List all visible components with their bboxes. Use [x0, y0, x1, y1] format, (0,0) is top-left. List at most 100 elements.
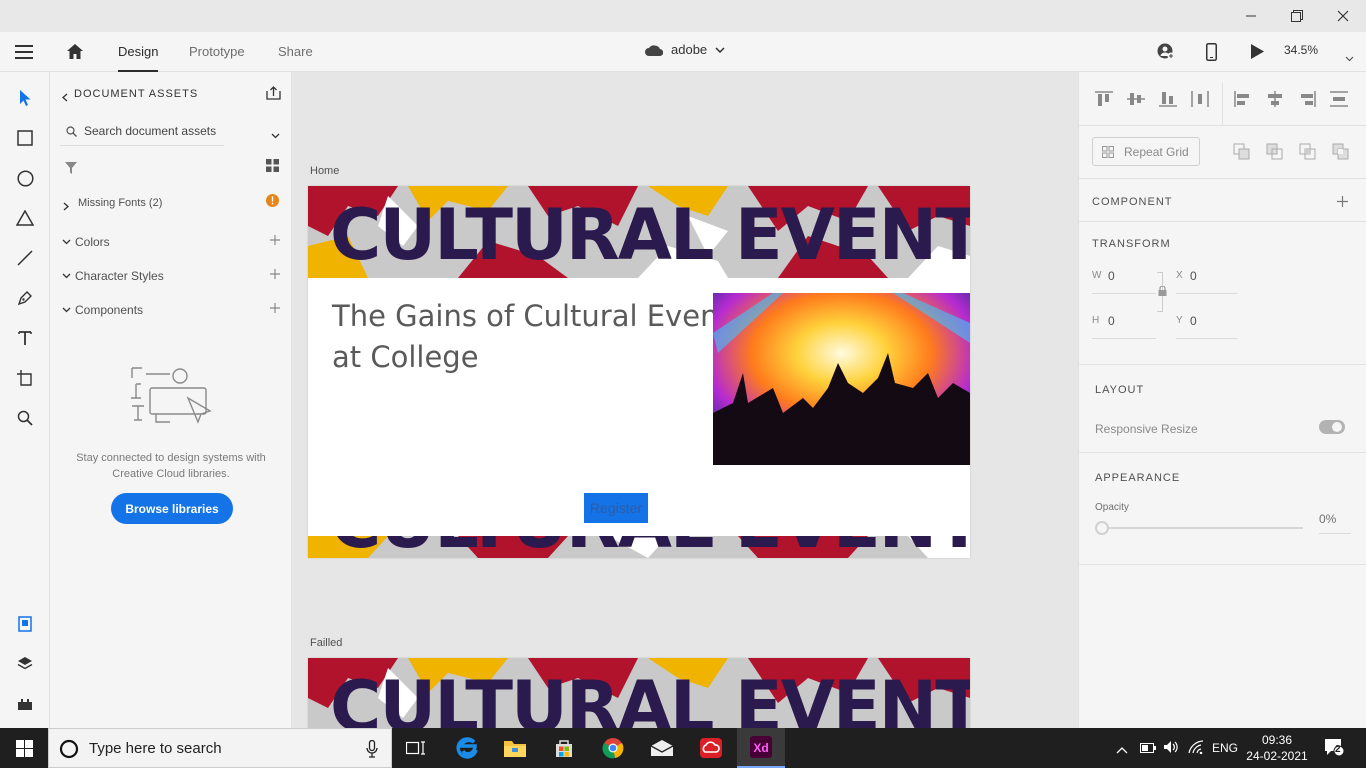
plugins-panel-icon[interactable] [13, 692, 37, 716]
text-tool-icon[interactable] [13, 326, 37, 350]
export-icon[interactable] [266, 86, 281, 105]
lock-aspect-icon[interactable] [1158, 286, 1167, 296]
clock[interactable]: 09:36 24-02-2021 [1246, 732, 1308, 764]
expand-chevron-icon[interactable] [63, 198, 69, 216]
repeat-grid-button[interactable]: Repeat Grid [1092, 137, 1200, 166]
responsive-resize-toggle[interactable] [1319, 420, 1345, 434]
close-button[interactable] [1320, 0, 1366, 32]
register-button[interactable]: Register [584, 493, 648, 523]
tools-toolbar [0, 72, 50, 728]
layers-panel-icon[interactable] [13, 652, 37, 676]
section-colors[interactable]: Colors [50, 230, 292, 254]
align-middle-icon[interactable] [1127, 91, 1145, 107]
pen-tool-icon[interactable] [13, 286, 37, 310]
width-label: W [1092, 270, 1102, 281]
artboard-tool-icon[interactable] [13, 366, 37, 390]
tab-share[interactable]: Share [278, 32, 313, 72]
rectangle-tool-icon[interactable] [13, 126, 37, 150]
y-field[interactable]: Y 0 [1176, 313, 1238, 339]
search-dropdown-icon[interactable] [271, 126, 280, 144]
edge-browser-icon[interactable] [443, 728, 491, 768]
file-explorer-icon[interactable] [491, 728, 539, 768]
device-preview-icon[interactable] [1206, 43, 1217, 66]
boolean-exclude-icon[interactable] [1332, 143, 1349, 160]
boolean-add-icon[interactable] [1233, 143, 1250, 160]
add-component-icon[interactable] [270, 303, 280, 313]
empty-state-line: Creative Cloud libraries. [112, 468, 230, 480]
minimize-button[interactable] [1228, 0, 1274, 32]
tab-prototype[interactable]: Prototype [189, 32, 245, 72]
zoom-dropdown-icon[interactable] [1345, 49, 1354, 67]
height-field[interactable]: H 0 [1092, 313, 1156, 339]
boolean-intersect-icon[interactable] [1299, 143, 1316, 160]
distribute-horizontal-icon[interactable] [1191, 91, 1209, 107]
article-heading[interactable]: The Gains of Cultural Events at College [332, 296, 745, 378]
ellipse-tool-icon[interactable] [13, 166, 37, 190]
align-bottom-icon[interactable] [1159, 91, 1177, 107]
microphone-icon[interactable] [366, 740, 378, 758]
creative-cloud-icon[interactable] [687, 728, 735, 768]
align-left-icon[interactable] [1234, 91, 1252, 107]
taskbar-search-box[interactable]: Type here to search [48, 728, 392, 768]
microsoft-store-icon[interactable] [540, 728, 588, 768]
mail-icon[interactable] [638, 728, 686, 768]
y-value: 0 [1190, 314, 1197, 328]
hamburger-menu-icon[interactable] [15, 45, 33, 64]
section-components[interactable]: Components [50, 298, 292, 322]
zoom-level[interactable]: 34.5% [1284, 43, 1318, 57]
tab-design[interactable]: Design [118, 32, 159, 72]
boolean-subtract-icon[interactable] [1266, 143, 1283, 160]
banner-image: CULTURAL EVENT [308, 186, 970, 278]
assets-panel-icon[interactable] [13, 612, 37, 636]
align-center-icon[interactable] [1266, 91, 1284, 107]
align-right-icon[interactable] [1298, 91, 1316, 107]
select-tool-icon[interactable] [13, 86, 37, 110]
missing-fonts-label[interactable]: Missing Fonts (2) [78, 197, 162, 209]
language-indicator[interactable]: ENG [1212, 741, 1238, 755]
add-character-style-icon[interactable] [270, 269, 280, 279]
artboard-home[interactable]: CULTURAL EVENT The Gains of Cultural Eve… [308, 186, 970, 558]
opacity-value[interactable]: 0% [1319, 512, 1351, 534]
tray-chevron-up-icon[interactable] [1116, 741, 1128, 759]
align-top-icon[interactable] [1095, 91, 1113, 107]
grid-view-icon[interactable] [266, 159, 279, 177]
adobe-xd-taskbar-icon[interactable]: Xd [737, 728, 785, 768]
distribute-vertical-icon[interactable] [1330, 91, 1348, 107]
restore-icon [1291, 10, 1303, 22]
width-field[interactable]: W 0 [1092, 268, 1156, 294]
start-button[interactable] [0, 728, 48, 768]
filter-icon[interactable] [65, 161, 77, 179]
document-title[interactable]: adobe [645, 42, 725, 57]
line-tool-icon[interactable] [13, 246, 37, 270]
back-chevron-icon[interactable] [62, 89, 68, 107]
zoom-tool-icon[interactable] [13, 406, 37, 430]
concert-image[interactable] [713, 293, 970, 465]
restore-button[interactable] [1274, 0, 1320, 32]
chevron-down-icon [715, 46, 725, 53]
artboard-failled[interactable]: CULTURAL EVENT [308, 658, 970, 728]
chrome-icon[interactable] [589, 728, 637, 768]
section-character-styles[interactable]: Character Styles [50, 264, 292, 288]
browse-libraries-button[interactable]: Browse libraries [111, 493, 233, 524]
search-field[interactable]: Search document assets [60, 118, 224, 146]
battery-icon[interactable] [1140, 741, 1156, 759]
artboard-label-failled[interactable]: Failled [310, 637, 342, 649]
artboard-label-home[interactable]: Home [310, 165, 339, 177]
task-view-icon[interactable] [392, 728, 440, 768]
opacity-slider-track[interactable] [1101, 527, 1303, 529]
polygon-tool-icon[interactable] [13, 206, 37, 230]
opacity-slider-handle[interactable] [1095, 521, 1109, 535]
wifi-icon[interactable] [1188, 740, 1204, 759]
layout-heading: LAYOUT [1095, 384, 1145, 396]
action-center-icon[interactable]: 2 [1324, 738, 1345, 761]
play-preview-icon[interactable] [1251, 44, 1264, 64]
design-canvas[interactable]: Home CULTURAL EVENT The Gains of Cultura… [293, 72, 1078, 728]
user-share-icon[interactable] [1157, 43, 1175, 65]
add-component-icon[interactable] [1337, 196, 1348, 207]
home-icon[interactable] [66, 43, 84, 65]
volume-icon[interactable] [1163, 740, 1180, 759]
x-field[interactable]: X 0 [1176, 268, 1238, 294]
windows-logo-icon [15, 739, 33, 757]
cortana-icon [59, 739, 79, 759]
add-color-icon[interactable] [270, 235, 280, 245]
